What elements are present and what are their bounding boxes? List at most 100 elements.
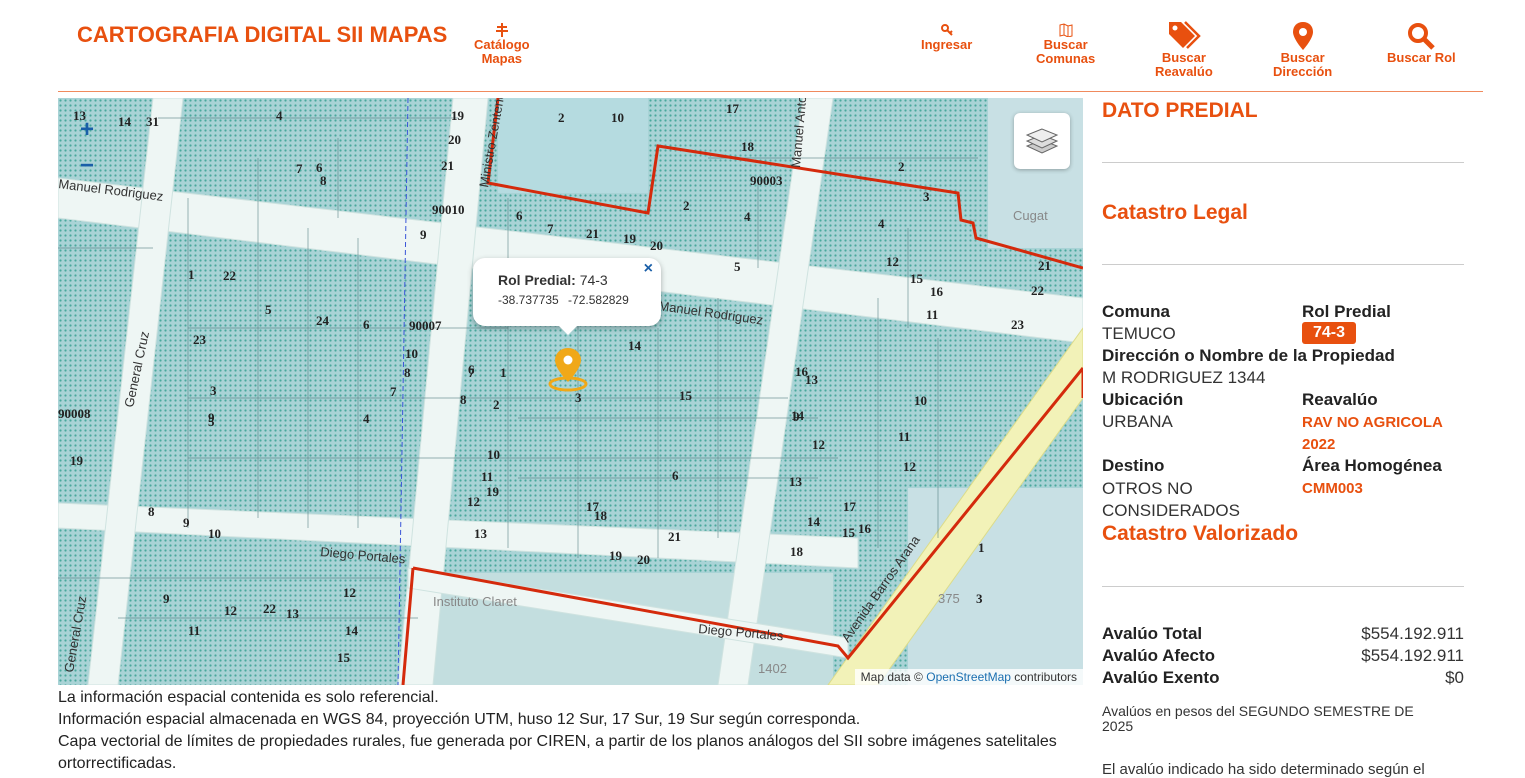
search-icon [1408,23,1436,50]
nav-ingresar[interactable]: Ingresar [921,23,972,52]
destino-line: OTROS NO [1102,479,1193,498]
nav-label: Catálogo [474,37,530,52]
avaluo-exento-label: Avalúo Exento [1102,668,1220,687]
parcel-number: 15 [337,650,351,665]
map-canvas: 13 14 31 4 1920212 106789001017182341 2223567 2… [58,98,1083,685]
parcel-number: 19 [609,548,623,563]
parcel-number: 2 [898,159,905,174]
parcel-number: 15 [679,388,693,403]
parcel-number: 11 [481,469,493,484]
zoom-out-button[interactable]: − [80,152,94,180]
parcel-number: 19 [451,108,465,123]
parcel-number: 24 [316,313,330,328]
parcel-number: 18 [790,544,804,559]
layers-button[interactable] [1014,113,1070,169]
divider [1102,586,1464,587]
parcel-number: 18 [741,139,755,154]
parcel-number: 10 [208,526,221,541]
parcel-number: 4 [878,216,885,231]
parcel-number: 12 [886,254,899,269]
parcel-number: 90007 [409,318,442,333]
parcel-number: 3 [923,189,930,204]
parcel-number: 5 [265,302,272,317]
parcel-number: 8 [320,173,327,188]
parcel-number: 13 [286,606,300,621]
parcel-number: 18 [594,508,608,523]
nav-label: Ingresar [921,37,973,52]
parcel-number: 12 [467,494,480,509]
parcel-number: 8 [404,365,411,380]
map-marker-icon [1292,22,1313,50]
nav-buscar-rol[interactable]: Buscar Rol [1387,22,1456,65]
destino-line: CONSIDERADOS [1102,501,1240,520]
nav-catalogo-mapas[interactable]: Catálogo Mapas [474,23,530,66]
avaluo-disclaimer: El avalúo indicado ha sido determinado s… [1102,761,1425,778]
disclaimer-line: Capa vectorial de límites de propiedades… [58,733,1057,772]
nav-buscar-reavaluo[interactable]: Buscar Reavalúo [1155,20,1213,79]
popup-rol: 74-3 [579,272,608,288]
parcel-number: 22 [223,268,236,283]
panel-title: DATO PREDIAL [1102,99,1258,122]
parcel-number: 20 [650,238,663,253]
parcel-number: 90008 [58,406,91,421]
comuna-label: Comuna [1102,302,1170,321]
parcel-number: 19 [486,484,500,499]
attribution-suffix: contributors [1014,670,1077,684]
parcel-number: 22 [1031,283,1044,298]
parcel-number: 3 [210,383,217,398]
parcel-number: 9 [208,410,215,425]
area-homogenea-value: CMM003 [1302,480,1363,497]
zoom-in-button[interactable]: + [80,116,94,144]
popup-close-button[interactable]: × [644,260,653,278]
parcel-number: 2 [558,110,565,125]
avaluo-exento-value: $0 [1445,668,1464,687]
parcel-number: 11 [898,429,910,444]
parcel-number: 21 [441,158,454,173]
destino-value: OTROS NO CONSIDERADOS [1102,478,1240,522]
parcel-number: 10 [914,393,927,408]
parcel-number: 14 [791,408,805,423]
parcel-number: 14 [345,623,359,638]
parcel-number: 16 [858,521,872,536]
direccion-value: M RODRIGUEZ 1344 [1102,368,1266,387]
avaluo-afecto-value: $554.192.911 [1361,646,1464,665]
parcel-number: 15 [842,525,856,540]
nav-label: Buscar [1280,50,1325,65]
parcel-number: 21 [586,226,599,241]
parcel-number: 10 [611,110,624,125]
parcel-number: 90003 [750,173,783,188]
parcel-number: 16 [930,284,944,299]
avaluo-exento-row: Avalúo Exento $0 [1102,668,1464,688]
tags-icon [1168,21,1201,49]
map-view[interactable]: 13 14 31 4 19 20 21 2 10 6 7 8 90010 17 18 2 3 4 1 22 23 5 6 7 2… [58,98,1083,685]
avaluo-total-row: Avalúo Total $554.192.911 [1102,624,1464,644]
direccion-label: Dirección o Nombre de la Propiedad [1102,346,1395,365]
parcel-number: 19 [623,231,637,246]
osm-link[interactable]: OpenStreetMap [926,670,1011,684]
layers-icon [1025,128,1059,154]
parcel-number: 14 [118,114,132,129]
parcel-number: 15 [910,271,924,286]
nav-label: Buscar [1161,50,1206,65]
area-homogenea-label: Área Homogénea [1302,456,1442,475]
parcel-number: 11 [188,623,200,638]
parcel-number: 6 [516,208,523,223]
parcel-number: 3 [575,390,582,405]
disclaimer-line: La información espacial contenida es sol… [58,689,439,706]
reavaluo-label: Reavalúo [1302,390,1378,409]
parcel-number: 14 [807,514,821,529]
parcel-number: 12 [224,603,237,618]
parcel-number: 1 [500,365,507,380]
key-icon [940,24,953,36]
map-icon [1059,23,1073,37]
popup-coordinates: -38.737735 -72.582829 [498,293,629,307]
attribution-prefix: Map data © [860,670,923,684]
reavaluo-year: 2022 [1302,436,1336,453]
parcel-number: 13 [805,372,819,387]
parcel-number: 12 [343,585,356,600]
nav-buscar-direccion[interactable]: Buscar Dirección [1273,22,1332,79]
comuna-value: TEMUCO [1102,324,1176,343]
map-disclaimer: La información espacial contenida es sol… [58,687,1068,775]
parcel-number: 23 [193,332,207,347]
nav-buscar-comunas[interactable]: Buscar Comunas [1036,23,1095,66]
